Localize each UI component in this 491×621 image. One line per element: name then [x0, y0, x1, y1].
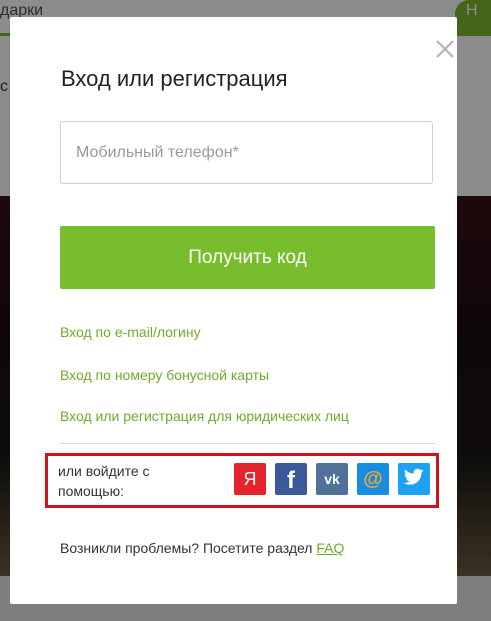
faq-link[interactable]: FAQ: [316, 540, 344, 556]
legal-entities-link[interactable]: Вход или регистрация для юридических лиц: [60, 408, 349, 424]
social-label-line2: помощью:: [58, 483, 124, 499]
close-icon[interactable]: [434, 38, 456, 60]
bonus-card-login-link[interactable]: Вход по номеру бонусной карты: [60, 367, 269, 383]
facebook-login-button[interactable]: f: [275, 463, 307, 495]
email-login-link[interactable]: Вход по e-mail/логину: [60, 324, 201, 340]
yandex-icon: Я: [243, 468, 257, 489]
mailru-login-button[interactable]: @: [357, 463, 389, 495]
vk-icon: vk: [324, 471, 340, 487]
phone-input[interactable]: [60, 121, 433, 184]
get-code-button[interactable]: Получить код: [60, 226, 435, 289]
help-label: Возникли проблемы? Посетите раздел: [60, 540, 317, 556]
vk-login-button[interactable]: vk: [316, 463, 348, 495]
social-login-label: или войдите с помощью:: [58, 461, 150, 501]
login-modal: [10, 17, 457, 604]
twitter-icon: [403, 468, 424, 491]
social-label-line1: или войдите с: [58, 463, 150, 479]
modal-title: Вход или регистрация: [61, 66, 288, 91]
help-text: Возникли проблемы? Посетите раздел FAQ: [60, 540, 344, 556]
yandex-login-button[interactable]: Я: [234, 463, 266, 495]
twitter-login-button[interactable]: [398, 463, 430, 495]
mailru-icon: @: [363, 467, 383, 490]
facebook-icon: f: [287, 467, 295, 494]
divider: [60, 443, 435, 444]
